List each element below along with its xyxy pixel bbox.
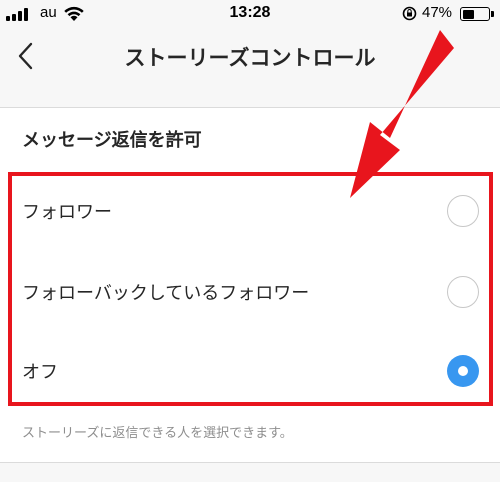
radio-button[interactable]: [447, 276, 479, 308]
nav-bar: ストーリーズコントロール: [0, 28, 500, 84]
rotation-lock-icon: [402, 6, 417, 21]
bottom-divider: [0, 462, 500, 463]
status-bar: au 13:28 47%: [0, 0, 500, 28]
radio-button[interactable]: [447, 355, 479, 387]
option-off[interactable]: オフ: [0, 338, 500, 404]
page-title: ストーリーズコントロール: [124, 46, 376, 70]
option-mutual-followers[interactable]: フォローバックしているフォロワー: [0, 259, 500, 325]
battery-percent: 47%: [422, 4, 453, 21]
help-text: ストーリーズに返信できる人を選択できます。: [22, 426, 293, 441]
battery-icon: [460, 7, 494, 21]
option-label: フォロワー: [22, 202, 112, 223]
option-label: オフ: [22, 362, 58, 383]
section-title: メッセージ返信を許可: [22, 130, 202, 151]
radio-button[interactable]: [447, 195, 479, 227]
settings-panel: メッセージ返信を許可 フォロワー フォローバックしているフォロワー オフ ストー…: [0, 108, 500, 463]
option-label: フォローバックしているフォロワー: [22, 283, 310, 304]
option-followers[interactable]: フォロワー: [0, 178, 500, 244]
